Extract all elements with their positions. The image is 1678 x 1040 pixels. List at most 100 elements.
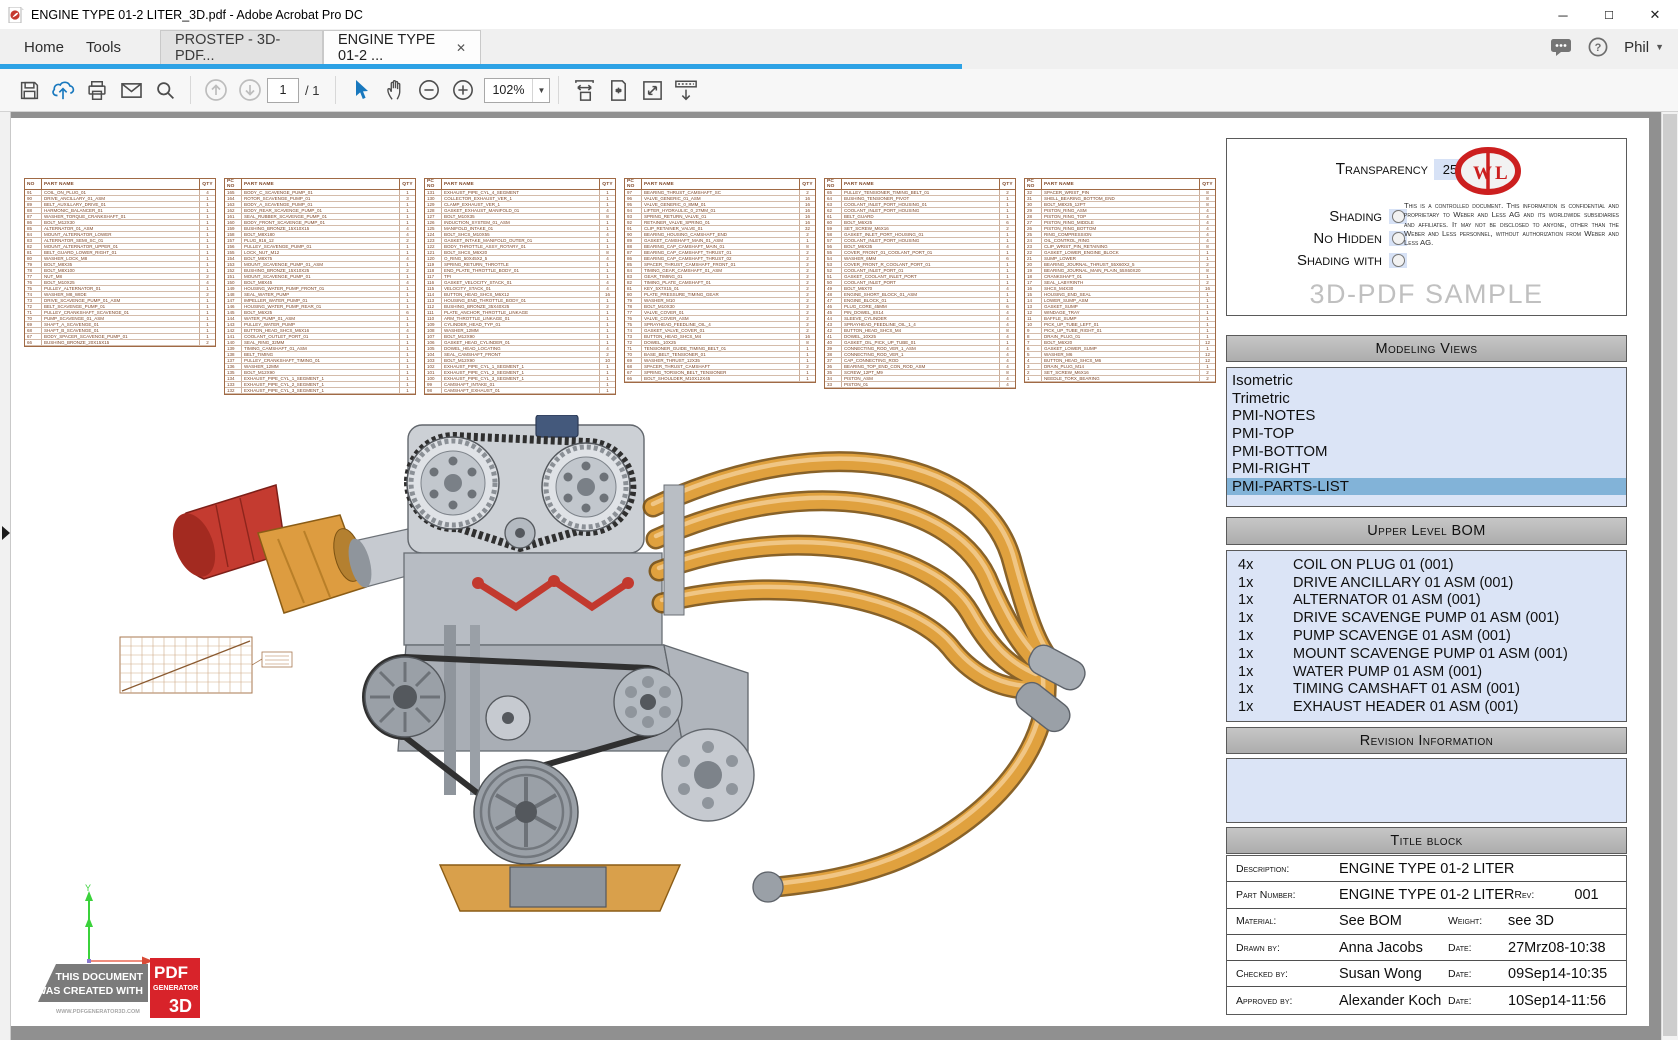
search-icon <box>155 80 176 101</box>
transparency-label: Transparency <box>1336 161 1428 179</box>
scrollbar-thumb[interactable] <box>1663 114 1677 1036</box>
tab-home[interactable]: Home <box>20 30 68 64</box>
parts-table-row: 66BOLT_SHOULDER_M10X12X451 <box>625 376 815 382</box>
shading-option-row: Shading <box>1235 205 1407 227</box>
comments-icon[interactable] <box>1550 38 1572 56</box>
logo-line2: WAS CREATED WITH <box>36 985 143 997</box>
title-block-label2: Date: <box>1448 968 1508 980</box>
fit-width-icon <box>573 79 596 102</box>
tab-tools[interactable]: Tools <box>82 30 125 64</box>
shading-option-label: Shading <box>1329 208 1382 225</box>
bom-item[interactable]: 1x DRIVE SCAVENGE PUMP 01 ASM (001) <box>1227 609 1626 627</box>
title-block-row: Drawn by: Anna Jacobs Date: 27Mrz08-10:3… <box>1227 935 1626 961</box>
title-block-value2: see 3D <box>1508 913 1626 929</box>
modeling-view-item[interactable]: PMI-NOTES <box>1227 407 1626 425</box>
modeling-view-item[interactable]: Isometric <box>1227 372 1626 390</box>
title-block-value2: 10Sep14-11:56 <box>1508 993 1626 1009</box>
shading-radio-button[interactable] <box>1389 253 1407 268</box>
bom-item[interactable]: 1x PUMP SCAVENGE 01 ASM (001) <box>1227 627 1626 645</box>
shading-option-label: No Hidden <box>1313 230 1382 247</box>
modeling-views-header: Modeling Views <box>1226 335 1627 362</box>
document-area: NOPART NAMEQTY91COIL_ON_PLUG_01490DRIVE_… <box>0 112 1678 1040</box>
next-page-button[interactable] <box>233 74 267 106</box>
parts-table: PC NOPART NAMEQTY97BEARING_THRUST_CAMSHA… <box>624 178 816 383</box>
doc-tab-label: PROSTEP - 3D-PDF... <box>175 32 308 64</box>
fullscreen-icon <box>641 79 664 102</box>
modeling-view-item[interactable]: PMI-TOP <box>1227 425 1626 443</box>
nav-pane-expand-handle[interactable] <box>2 526 10 540</box>
doc-tab-engine[interactable]: ENGINE TYPE 01-2 ... ✕ <box>323 30 481 64</box>
parts-table-row: 98CAMSHAFT_EXHAUST_011 <box>425 388 615 394</box>
modeling-view-item[interactable]: PMI-PARTS-LIST <box>1227 478 1626 496</box>
fit-page-button[interactable] <box>601 74 635 106</box>
revision-information-box <box>1226 758 1627 823</box>
user-menu[interactable]: Phil ▼ <box>1624 39 1664 56</box>
fit-width-button[interactable] <box>567 74 601 106</box>
title-block-label2: Date: <box>1448 942 1508 954</box>
email-button[interactable] <box>114 74 148 106</box>
read-mode-button[interactable] <box>669 74 703 106</box>
bom-item-qty: 1x <box>1227 699 1293 715</box>
bom-item[interactable]: 1x DRIVE ANCILLARY 01 ASM (001) <box>1227 574 1626 592</box>
doc-tab-prostep[interactable]: PROSTEP - 3D-PDF... <box>160 30 323 64</box>
maximize-button[interactable]: ☐ <box>1586 0 1632 30</box>
parts-table-row: 1NEEDLE_TORX_BEARING2 <box>1025 376 1215 382</box>
bom-item-name: DRIVE ANCILLARY 01 ASM (001) <box>1293 575 1626 591</box>
zoom-in-button[interactable] <box>446 74 480 106</box>
oil-pan <box>440 865 680 911</box>
minimize-button[interactable]: ─ <box>1540 0 1586 30</box>
main-toolbar: / 1 102% ▼ <box>0 69 1678 112</box>
print-button[interactable] <box>80 74 114 106</box>
title-block-value2: 09Sep14-10:35 <box>1508 966 1626 982</box>
zoom-out-button[interactable] <box>412 74 446 106</box>
parts-table: NOPART NAMEQTY91COIL_ON_PLUG_01490DRIVE_… <box>24 178 216 347</box>
select-tool-button[interactable] <box>344 74 378 106</box>
bom-item[interactable]: 1x WATER PUMP 01 ASM (001) <box>1227 663 1626 681</box>
tab-close-icon[interactable]: ✕ <box>456 41 466 55</box>
bom-item-name: MOUNT SCAVENGE PUMP 01 ASM (001) <box>1293 646 1626 662</box>
bom-item-name: DRIVE SCAVENGE PUMP 01 ASM (001) <box>1293 610 1626 626</box>
hand-icon <box>385 79 406 101</box>
previous-page-button[interactable] <box>199 74 233 106</box>
title-block-label2: Date: <box>1448 995 1508 1007</box>
bom-item-name: COIL ON PLUG 01 (001) <box>1293 557 1626 573</box>
navigation-pane-strip <box>0 112 11 1040</box>
close-button[interactable]: ✕ <box>1632 0 1678 30</box>
bom-item[interactable]: 4x COIL ON PLUG 01 (001) <box>1227 556 1626 574</box>
read-mode-icon <box>674 79 698 102</box>
page-up-icon <box>204 78 228 102</box>
acrobat-pdf-icon <box>8 7 24 23</box>
bom-item-name: TIMING CAMSHAFT 01 ASM (001) <box>1293 681 1626 697</box>
search-button[interactable] <box>148 74 182 106</box>
bom-item[interactable]: 1x ALTERNATOR 01 ASM (001) <box>1227 592 1626 610</box>
logo-pdf: PDF <box>154 963 188 982</box>
modeling-view-item[interactable]: PMI-RIGHT <box>1227 460 1626 478</box>
modeling-view-item[interactable]: PMI-BOTTOM <box>1227 442 1626 460</box>
parts-table: PC NOPART NAMEQTY165BODY_C_SCAVENGE_PUMP… <box>224 178 416 395</box>
fullscreen-button[interactable] <box>635 74 669 106</box>
bom-item[interactable]: 1x MOUNT SCAVENGE PUMP 01 ASM (001) <box>1227 645 1626 663</box>
vertical-scrollbar[interactable] <box>1661 112 1678 1040</box>
logo-line1: THIS DOCUMENT <box>56 971 144 983</box>
hand-tool-button[interactable] <box>378 74 412 106</box>
title-block-row: Checked by: Susan Wong Date: 09Sep14-10:… <box>1227 961 1626 987</box>
title-block-label2: Weight: <box>1448 915 1508 927</box>
bom-item[interactable]: 1x TIMING CAMSHAFT 01 ASM (001) <box>1227 681 1626 699</box>
zoom-in-icon <box>452 79 474 101</box>
title-block-row: Material: See BOM Weight: see 3D <box>1227 909 1626 935</box>
bom-item-name: ALTERNATOR 01 ASM (001) <box>1293 592 1626 608</box>
modeling-view-item[interactable]: Trimetric <box>1227 390 1626 408</box>
tab-tools-label: Tools <box>86 39 121 56</box>
logo-generator: GENERATOR <box>153 983 199 992</box>
zoom-level-select[interactable]: 102% ▼ <box>484 78 550 103</box>
help-icon[interactable]: ? <box>1588 37 1608 57</box>
user-name: Phil <box>1624 39 1649 56</box>
share-cloud-button[interactable] <box>46 74 80 106</box>
engine-3d-view[interactable] <box>108 415 1118 935</box>
title-block-row: Part Number: ENGINE TYPE 01-2 LITER Rev:… <box>1227 882 1626 908</box>
logo-url: WWW.PDFGENERATOR3D.COM <box>56 1009 140 1015</box>
save-button[interactable] <box>12 74 46 106</box>
title-block-value: Susan Wong <box>1339 966 1448 982</box>
page-number-input[interactable] <box>267 78 299 103</box>
bom-item[interactable]: 1x EXHAUST HEADER 01 ASM (001) <box>1227 698 1626 716</box>
